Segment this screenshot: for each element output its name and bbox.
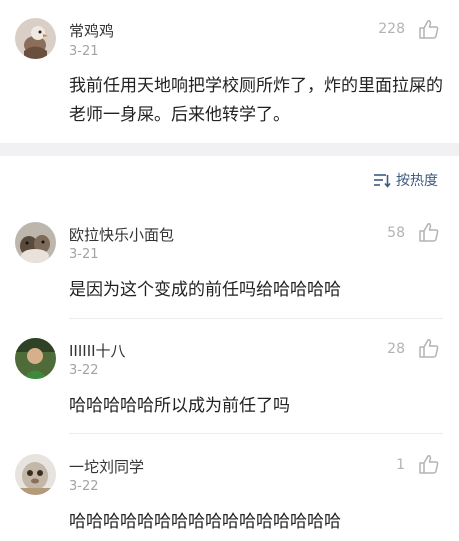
sort-lines-icon (374, 174, 391, 188)
username[interactable]: IIIIII十八 (69, 340, 126, 361)
like-count: 1 (396, 457, 405, 473)
username[interactable]: 常鸡鸡 (69, 20, 114, 41)
divider (69, 318, 443, 319)
section-divider (0, 143, 459, 156)
divider (69, 433, 443, 434)
like-count: 28 (387, 341, 405, 357)
comment-text: 哈哈哈哈哈哈哈哈哈哈哈哈哈哈哈哈 (69, 512, 341, 532)
thumb-up-icon[interactable] (418, 454, 440, 474)
thumb-up-icon[interactable] (418, 19, 440, 39)
avatar[interactable] (15, 338, 56, 379)
comment-date: 3-21 (69, 247, 99, 262)
avatar[interactable] (15, 222, 56, 263)
username[interactable]: 欧拉快乐小面包 (69, 224, 174, 245)
thumb-up-icon[interactable] (418, 222, 440, 242)
comment-date: 3-21 (69, 44, 99, 59)
like-count: 58 (387, 225, 405, 241)
avatar[interactable] (15, 18, 56, 59)
comment-text: 哈哈哈哈哈所以成为前任了吗 (69, 396, 290, 416)
avatar[interactable] (15, 454, 56, 495)
like-count: 228 (378, 21, 405, 37)
username[interactable]: 一坨刘同学 (69, 456, 144, 477)
main-comment: 常鸡鸡 3-21 228 我前任用天地响把学校厕所炸了，炸的里面拉屎的老师一身屎… (0, 0, 459, 143)
comment-date: 3-22 (69, 363, 99, 378)
comment-text: 是因为这个变成的前任吗给哈哈哈哈 (69, 280, 341, 300)
comment-page: 常鸡鸡 3-21 228 我前任用天地响把学校厕所炸了，炸的里面拉屎的老师一身屎… (0, 0, 459, 541)
comment-date: 3-22 (69, 479, 99, 494)
comment-text: 我前任用天地响把学校厕所炸了，炸的里面拉屎的老师一身屎。后来他转学了。 (69, 76, 443, 125)
thumb-up-icon[interactable] (418, 338, 440, 358)
sort-label: 按热度 (396, 173, 438, 189)
